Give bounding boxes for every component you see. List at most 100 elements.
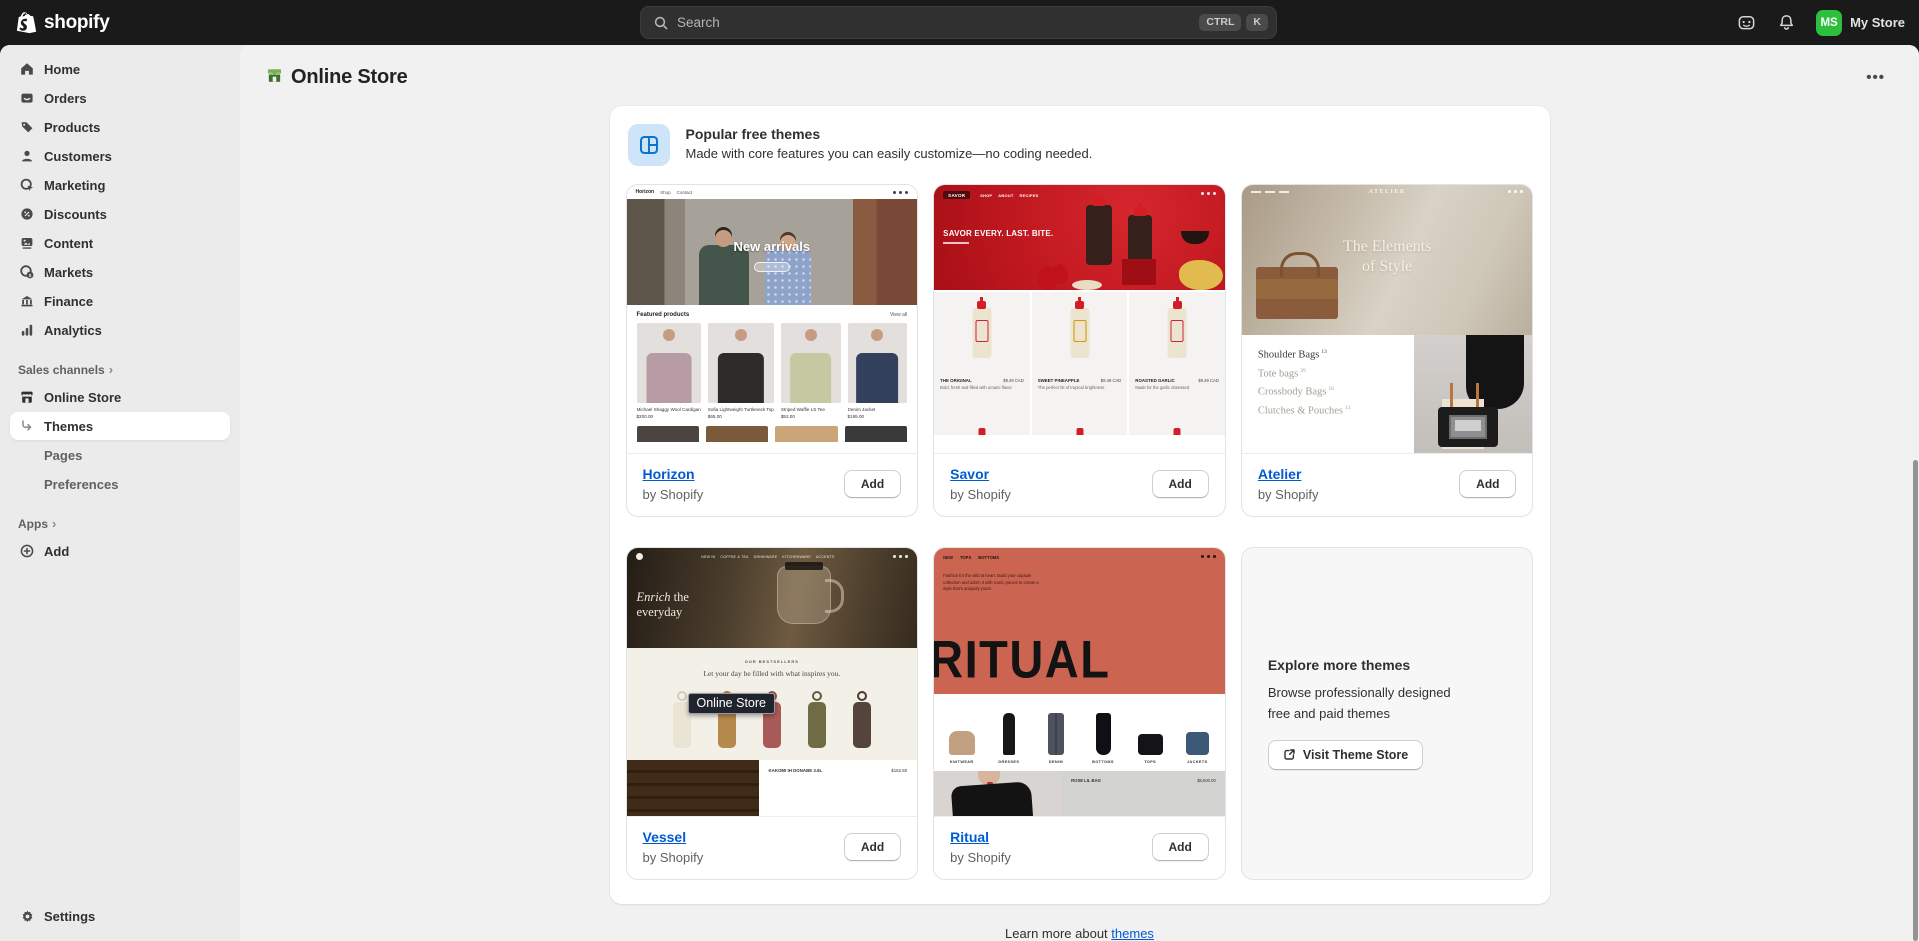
- store-menu[interactable]: MS My Store: [1816, 10, 1905, 36]
- sidebar-item-markets[interactable]: $ Markets: [10, 258, 230, 286]
- sidebar-item-home[interactable]: Home: [10, 55, 230, 83]
- theme-card-atelier: ATELIER The Elements of Style: [1241, 184, 1534, 517]
- sales-channels-label: Sales channels: [18, 363, 105, 377]
- sidebar-item-label: Add: [44, 544, 69, 559]
- product-desc: Bold, fresh and filled with umami flavor: [940, 385, 1024, 390]
- visit-theme-store-button[interactable]: Visit Theme Store: [1268, 740, 1423, 770]
- product-price: $195.00: [848, 414, 908, 419]
- online-store-channel-icon: [266, 67, 283, 89]
- sidebar-item-pages[interactable]: Pages: [10, 441, 230, 469]
- theme-name-link[interactable]: Savor: [950, 466, 989, 482]
- themes-doc-link[interactable]: themes: [1111, 926, 1154, 941]
- product-price: $9.49 CAD: [1003, 378, 1023, 383]
- theme-preview-ritual[interactable]: NEW TOPS BOTTOMS Fashion for the wild at…: [934, 548, 1225, 816]
- sidekick-icon[interactable]: [1736, 13, 1756, 33]
- sidebar-item-add-app[interactable]: Add: [10, 537, 230, 565]
- preview-nav-link: DRINKWARE: [754, 555, 778, 559]
- theme-card-savor: SAVOR SHOP ABOUT RECIPES SAVOR EVERY. LA…: [933, 184, 1226, 517]
- sidebar-item-marketing[interactable]: Marketing: [10, 171, 230, 199]
- gear-icon: [18, 908, 36, 924]
- preview-nav-link: Shop: [660, 190, 671, 195]
- theme-card-horizon: Horizon Shop Contact New arrivals: [626, 184, 919, 517]
- category-item: BOTTOMS: [1079, 694, 1126, 771]
- theme-name-link[interactable]: Atelier: [1258, 466, 1302, 482]
- themes-panel: Popular free themes Made with core featu…: [610, 106, 1550, 904]
- theme-preview-savor[interactable]: SAVOR SHOP ABOUT RECIPES SAVOR EVERY. LA…: [934, 185, 1225, 453]
- sales-channels-header[interactable]: Sales channels ›: [18, 362, 222, 377]
- preview-nav-icons: [893, 191, 908, 194]
- sidebar-item-analytics[interactable]: Analytics: [10, 316, 230, 344]
- sidebar-item-finance[interactable]: Finance: [10, 287, 230, 315]
- global-search[interactable]: CTRL K: [640, 6, 1277, 39]
- theme-author: by Shopify: [1258, 487, 1319, 502]
- content-icon: [18, 235, 36, 251]
- sidebar-item-themes[interactable]: Themes: [10, 412, 230, 440]
- shopify-logo[interactable]: shopify: [16, 11, 109, 35]
- banner-title: Popular free themes: [686, 126, 1093, 142]
- category-item: KNITWEAR: [938, 694, 985, 771]
- sidebar-item-customers[interactable]: Customers: [10, 142, 230, 170]
- sidebar-item-label: Preferences: [44, 477, 118, 492]
- atelier-hero-image: ATELIER The Elements of Style: [1242, 185, 1533, 335]
- page-actions-menu-icon[interactable]: •••: [1858, 65, 1893, 90]
- products-tag-icon: [18, 119, 36, 135]
- preview-nav-link: ABOUT: [998, 193, 1013, 198]
- theme-name-link[interactable]: Ritual: [950, 829, 989, 845]
- preview-nav-brand: ATELIER: [1242, 189, 1533, 195]
- sidebar-item-label: Pages: [44, 448, 82, 463]
- sidebar-item-products[interactable]: Products: [10, 113, 230, 141]
- add-theme-button[interactable]: Add: [844, 833, 901, 861]
- sidebar-item-label: Markets: [44, 265, 93, 280]
- hero-title: SAVOR EVERY. LAST. BITE.: [943, 229, 1053, 238]
- preview-nav-link: SHOP: [980, 193, 992, 198]
- theme-preview-atelier[interactable]: ATELIER The Elements of Style: [1242, 185, 1533, 453]
- sidebar-item-label: Analytics: [44, 323, 102, 338]
- sidebar-item-online-store[interactable]: Online Store: [10, 383, 230, 411]
- online-store-icon: [18, 389, 36, 405]
- apps-header[interactable]: Apps ›: [18, 516, 222, 531]
- theme-preview-horizon[interactable]: Horizon Shop Contact New arrivals: [627, 185, 918, 453]
- view-all-link: View all: [890, 312, 907, 318]
- notifications-bell-icon[interactable]: [1776, 13, 1796, 33]
- page-title: Online Store: [291, 66, 408, 89]
- store-name: My Store: [1850, 15, 1905, 30]
- home-icon: [18, 61, 36, 77]
- hero-intro-text: Fashion for the wild at heart. Build you…: [943, 573, 1047, 593]
- product-price: $9.49 CAD: [1198, 378, 1218, 383]
- preview-nav-brand: Horizon: [636, 189, 655, 195]
- product-name: Michael Shaggy Wool Cardigan: [637, 407, 701, 412]
- sidebar-item-label: Finance: [44, 294, 93, 309]
- add-theme-button[interactable]: Add: [1152, 833, 1209, 861]
- plus-circle-icon: [18, 543, 36, 559]
- sidebar-item-content[interactable]: Content: [10, 229, 230, 257]
- vessel-hero-image: NEW IN COFFEE & TEA DRINKWARE KITCHENWAR…: [627, 548, 918, 648]
- preview-nav-icons: [1201, 555, 1216, 558]
- search-input[interactable]: [677, 15, 1199, 30]
- analytics-bars-icon: [18, 322, 36, 338]
- online-store-tooltip: Online Store: [688, 693, 775, 714]
- add-theme-button[interactable]: Add: [1152, 470, 1209, 498]
- themes-grid: Horizon Shop Contact New arrivals: [626, 184, 1534, 880]
- product-name: Striped Waffle LS Tee: [781, 407, 841, 412]
- apps-label: Apps: [18, 517, 48, 531]
- sidebar-item-orders[interactable]: Orders: [10, 84, 230, 112]
- product-price: $8,500.00: [1197, 778, 1216, 816]
- sidebar-item-settings[interactable]: Settings: [10, 902, 230, 930]
- theme-preview-vessel[interactable]: NEW IN COFFEE & TEA DRINKWARE KITCHENWAR…: [627, 548, 918, 816]
- product-price: $162.50: [891, 768, 907, 816]
- theme-name-link[interactable]: Vessel: [643, 829, 687, 845]
- scrollbar-thumb[interactable]: [1913, 460, 1918, 941]
- theme-name-link[interactable]: Horizon: [643, 466, 695, 482]
- theme-card-ritual: NEW TOPS BOTTOMS Fashion for the wild at…: [933, 547, 1226, 880]
- preview-nav-link: Contact: [677, 190, 693, 195]
- sidebar-item-label: Home: [44, 62, 80, 77]
- add-theme-button[interactable]: Add: [844, 470, 901, 498]
- sidebar-item-discounts[interactable]: Discounts: [10, 200, 230, 228]
- product-name: ROASTED GARLIC: [1135, 378, 1175, 383]
- add-theme-button[interactable]: Add: [1459, 470, 1516, 498]
- category-item: DRESSES: [985, 694, 1032, 771]
- markets-globe-icon: $: [18, 264, 36, 280]
- sidebar-item-preferences[interactable]: Preferences: [10, 470, 230, 498]
- search-shortcut: CTRL K: [1199, 14, 1268, 31]
- product-price: $52.00: [781, 414, 841, 419]
